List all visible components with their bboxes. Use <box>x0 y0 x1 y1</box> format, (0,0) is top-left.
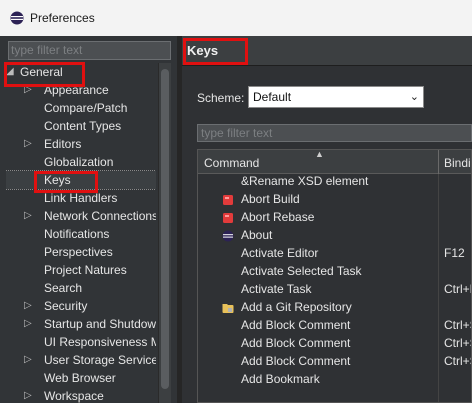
tree-collapsed-icon[interactable]: ▷ <box>24 297 34 315</box>
tree-item-label: Perspectives <box>44 245 113 259</box>
tree-collapsed-icon[interactable]: ▷ <box>24 351 34 369</box>
table-row[interactable]: Add Block Comment Ctrl+Shift+/ <box>198 352 471 370</box>
command-filter-input[interactable]: type filter text <box>197 124 472 142</box>
title-bar: Preferences <box>0 0 472 36</box>
binding-cell: Ctrl+Shift+/ <box>444 354 471 368</box>
table-row[interactable]: Activate Selected Task <box>198 262 471 280</box>
highlight-box-keys <box>34 171 98 193</box>
tree-item-label: Web Browser <box>44 371 116 385</box>
window-title: Preferences <box>30 11 95 25</box>
binding-cell: Ctrl+Shift+/ <box>444 336 471 350</box>
table-row[interactable]: Add Block Comment Ctrl+Shift+/ <box>198 316 471 334</box>
command-cell: Add Bookmark <box>241 372 320 386</box>
tree-collapsed-icon[interactable]: ▷ <box>24 315 34 333</box>
command-cell: Add Block Comment <box>241 354 351 368</box>
tree-item-label: User Storage Service <box>44 353 156 367</box>
table-row[interactable]: Add a Git Repository <box>198 298 471 316</box>
eclipse-icon <box>222 229 234 242</box>
highlight-box-general <box>4 62 85 87</box>
command-cell: Activate Task <box>241 282 312 296</box>
scheme-value: Default <box>253 90 292 104</box>
key-bindings-table: Command ▲ Binding &Rename XSD element Abo… <box>197 149 472 403</box>
stop-icon <box>222 193 234 205</box>
command-filter-placeholder: type filter text <box>201 126 273 140</box>
tree-item-label: UI Responsiveness Monitoring <box>44 335 156 349</box>
command-cell: Add Block Comment <box>241 336 351 350</box>
tree-item-label: Network Connections <box>44 209 156 223</box>
tree-item[interactable]: Web Browser <box>6 369 156 387</box>
tree-item[interactable]: Notifications <box>6 225 156 243</box>
tree-item-label: Startup and Shutdown <box>44 317 156 331</box>
tree-scrollbar[interactable] <box>158 63 171 403</box>
preference-tree: ◢ General ▷ Appearance Compare/Patch Content … <box>6 63 156 403</box>
tree-filter-placeholder: type filter text <box>11 43 83 57</box>
column-header-binding[interactable]: Binding <box>444 156 471 170</box>
tree-item[interactable]: UI Responsiveness Monitoring <box>6 333 156 351</box>
tree-filter-input[interactable]: type filter text <box>8 41 171 60</box>
command-cell: About <box>241 228 273 242</box>
tree-item[interactable]: Compare/Patch <box>6 99 156 117</box>
chevron-down-icon: ⌄ <box>409 91 419 103</box>
column-divider[interactable] <box>438 150 439 174</box>
table-row[interactable]: About <box>198 226 471 244</box>
tree-collapsed-icon[interactable]: ▷ <box>24 135 34 153</box>
table-row[interactable]: &Rename XSD element <box>198 172 471 190</box>
tree-item-label: Editors <box>44 137 82 151</box>
scheme-label: Scheme: <box>197 91 245 105</box>
command-cell: &Rename XSD element <box>241 174 369 188</box>
scheme-select[interactable]: Default ⌄ <box>248 86 424 108</box>
tree-item[interactable]: Perspectives <box>6 243 156 261</box>
tree-item-label: Notifications <box>44 227 110 241</box>
tree-item[interactable]: ▷ User Storage Service <box>6 351 156 369</box>
command-cell: Abort Rebase <box>241 210 315 224</box>
binding-cell: Ctrl+F9 <box>444 282 471 296</box>
tree-item[interactable]: Search <box>6 279 156 297</box>
table-header: Command ▲ Binding <box>198 149 471 174</box>
command-cell: Add Block Comment <box>241 318 351 332</box>
table-row[interactable]: Activate Task Ctrl+F9 <box>198 280 471 298</box>
tree-item[interactable]: Globalization <box>6 153 156 171</box>
tree-collapsed-icon[interactable]: ▷ <box>24 207 34 225</box>
tree-item-label: Content Types <box>44 119 122 133</box>
tree-item-label: Search <box>44 281 83 295</box>
binding-cell: Ctrl+Shift+/ <box>444 318 471 332</box>
sort-ascending-icon: ▲ <box>315 149 324 159</box>
command-cell: Abort Build <box>241 192 300 206</box>
tree-item[interactable]: Project Natures <box>6 261 156 279</box>
tree-item[interactable]: ▷ Editors <box>6 135 156 153</box>
stop-icon <box>222 211 234 223</box>
tree-item-label: Globalization <box>44 155 114 169</box>
tree-item[interactable]: Content Types <box>6 117 156 135</box>
command-cell: Add a Git Repository <box>241 300 352 314</box>
tree-item[interactable]: ▷ Security <box>6 297 156 315</box>
tree-item-label: Security <box>44 299 88 313</box>
table-row[interactable]: Abort Build <box>198 190 471 208</box>
tree-item-label: Project Natures <box>44 263 127 277</box>
column-header-command[interactable]: Command <box>204 156 259 170</box>
tree-item-label: Compare/Patch <box>44 101 128 115</box>
command-cell: Activate Editor <box>241 246 319 260</box>
table-row[interactable]: Activate Editor F12 <box>198 244 471 262</box>
tree-item[interactable]: ▷ Network Connections <box>6 207 156 225</box>
tree-item-label: Workspace <box>44 389 104 403</box>
binding-cell: F12 <box>444 246 465 260</box>
tree-item[interactable]: ▷ Workspace <box>6 387 156 403</box>
column-divider-line <box>438 174 439 402</box>
table-row[interactable]: Add Block Comment Ctrl+Shift+/ <box>198 334 471 352</box>
highlight-box-page-title <box>183 38 248 65</box>
preference-tree-panel: type filter text ◢ General ▷ Appearance Comp… <box>0 36 177 403</box>
eclipse-icon <box>10 11 24 25</box>
git-repo-icon <box>222 301 234 313</box>
tree-scrollbar-thumb[interactable] <box>161 69 169 389</box>
command-cell: Activate Selected Task <box>241 264 362 278</box>
table-body: &Rename XSD element Abort Build Abort Reba… <box>198 172 471 402</box>
tree-collapsed-icon[interactable]: ▷ <box>24 387 34 403</box>
table-row[interactable]: Add Bookmark <box>198 370 471 388</box>
keys-page: Keys Scheme: Default ⌄ type filter text … <box>182 36 472 403</box>
tree-item[interactable]: ▷ Startup and Shutdown <box>6 315 156 333</box>
table-row[interactable]: Abort Rebase <box>198 208 471 226</box>
